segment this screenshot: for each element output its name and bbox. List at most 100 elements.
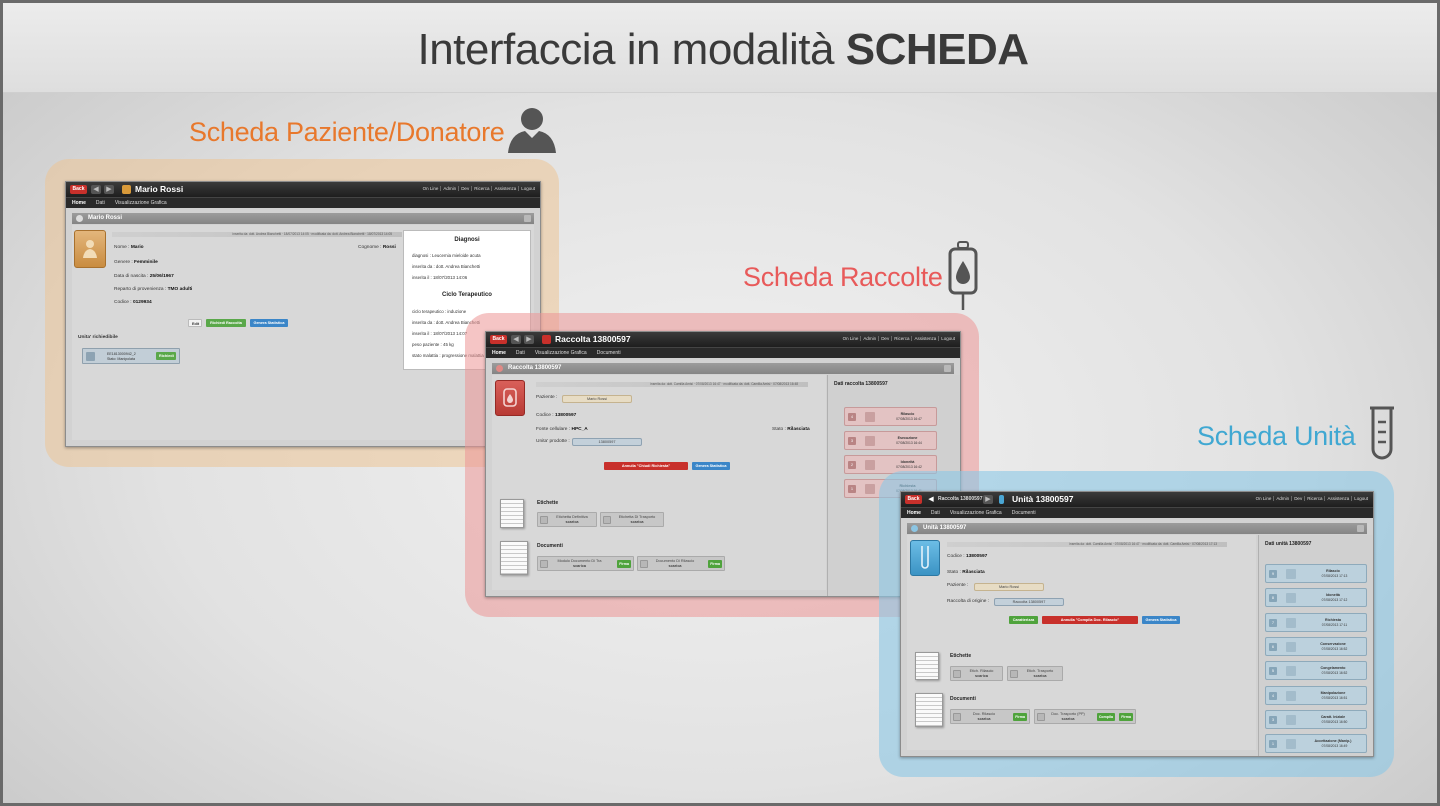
event-rilascio[interactable]: 9 Rilascio 07/08/2013 17:13 — [1265, 564, 1367, 583]
menu-ricerca[interactable]: Ricerca — [471, 186, 491, 191]
menu-dev[interactable]: Dev — [1291, 496, 1304, 501]
snowflake-icon — [1286, 666, 1296, 677]
event-conservazione[interactable]: 6 Conservazione 07/08/2013 16:52 — [1265, 636, 1367, 656]
menu-admin[interactable]: Admin — [1273, 496, 1291, 501]
tab-visualizzazione[interactable]: Visualizzazione Grafica — [115, 200, 167, 206]
richiedi-raccolta-button[interactable]: Richiedi Raccolta — [206, 319, 246, 327]
nav-back-icon[interactable]: ◀ — [926, 495, 936, 504]
breadcrumb-raccolta[interactable]: Raccolta 13800597 — [938, 496, 982, 502]
firma-button[interactable]: Firma — [617, 560, 631, 568]
caratterizza-button[interactable]: Caratterizza — [1009, 616, 1038, 624]
raccolta-origine-link[interactable]: Raccolta 13800597 — [994, 598, 1064, 606]
menu-online[interactable]: On Line — [421, 186, 441, 191]
origine-field-label: Raccolta di origine : — [947, 599, 990, 604]
nav-forward-icon[interactable]: ▶ — [104, 185, 114, 194]
test-tube-icon — [999, 495, 1004, 504]
unita-link[interactable]: 13800597 — [572, 438, 642, 446]
etichetta-trasporto[interactable]: Etich. Trasporto scarica — [1007, 666, 1063, 681]
menu-logout[interactable]: Logout — [518, 186, 537, 191]
tab-dati[interactable]: Dati — [931, 510, 940, 516]
collapse-icon[interactable] — [944, 365, 951, 372]
download-icon — [540, 516, 548, 524]
menu-ricerca[interactable]: Ricerca — [1304, 496, 1324, 501]
event-richiesta[interactable]: 7 Richiesta 07/08/2013 17:11 — [1265, 612, 1367, 632]
documenti-thumbnail — [915, 693, 943, 727]
nav-forward-icon[interactable]: ▶ — [983, 495, 993, 504]
unita-card[interactable]: EE1813000942_2 Stato: Manipolata Richied… — [82, 348, 180, 364]
nav-forward-icon[interactable]: ▶ — [524, 335, 534, 344]
window-title: Mario Rossi — [135, 184, 184, 194]
tab-home[interactable]: Home — [907, 510, 921, 516]
menu-online[interactable]: On Line — [1254, 496, 1274, 501]
menu-admin[interactable]: Admin — [860, 336, 878, 341]
event-manipolazione[interactable]: 4 Manipolazione 07/08/2013 16:51 — [1265, 685, 1367, 705]
menu-assistenza[interactable]: Assistenza — [911, 336, 938, 341]
paziente-link[interactable]: Mario Rossi — [974, 583, 1044, 591]
tab-dati[interactable]: Dati — [96, 200, 105, 206]
etichetta-definitiva[interactable]: Etichetta Definitiva scarica — [537, 512, 597, 527]
menu-online[interactable]: On Line — [841, 336, 861, 341]
firma-button[interactable]: Firma — [1013, 713, 1027, 721]
tab-visualizzazione[interactable]: Visualizzazione Grafica — [535, 350, 587, 356]
annulla-button[interactable]: Annulla "Compila Doc. Rilascio" — [1042, 616, 1138, 624]
collapse-icon[interactable] — [524, 215, 531, 222]
menu-assistenza[interactable]: Assistenza — [1324, 496, 1351, 501]
etichette-thumbnail — [915, 652, 939, 680]
menu-logout[interactable]: Logout — [938, 336, 957, 341]
firma-button[interactable]: Firma — [1119, 713, 1133, 721]
panel-title: Raccolta 13800597 — [508, 365, 562, 371]
person-icon — [122, 185, 131, 194]
menu-assistenza[interactable]: Assistenza — [491, 186, 518, 191]
panel-title: Mario Rossi — [88, 215, 123, 221]
event-esecuzione[interactable]: 3 Esecuzione 07/08/2013 16:44 — [844, 431, 937, 450]
nav-back-icon[interactable]: ◀ — [91, 185, 101, 194]
etichette-title: Etichette — [537, 500, 559, 506]
test-tube-icon — [921, 546, 929, 569]
menu-dev[interactable]: Dev — [878, 336, 891, 341]
release-icon — [1286, 569, 1296, 579]
annulla-button[interactable]: Annulla "Chiudi Richiesta" — [604, 462, 688, 470]
event-accettazione-manip[interactable]: 1 Accettazione (Manip.) 07/08/2013 16:49 — [1265, 734, 1367, 754]
ciclo-row: peso paziente : 45 kg — [412, 342, 454, 347]
event-caratt-iniziale[interactable]: 3 Caratt. Iniziale 07/08/2013 16:50 — [1265, 709, 1367, 729]
compila-button[interactable]: Compila — [1096, 713, 1115, 721]
tab-dati[interactable]: Dati — [516, 350, 525, 356]
event-rilascio[interactable]: 4 Rilascio 07/08/2013 16:47 — [844, 407, 937, 426]
documento-trasporto[interactable]: Doc. Trasporto (PP) scarica Compila Firm… — [1034, 709, 1136, 724]
nav-back-icon[interactable]: ◀ — [511, 335, 521, 344]
unita-sidebar: Dati unità 13800597 9 Rilascio 07/08/2013 … — [1258, 535, 1373, 756]
tab-documenti[interactable]: Documenti — [1012, 510, 1036, 516]
panel-content: inserita da: dott. Camilla Amisi · 07/08… — [492, 375, 826, 590]
genera-statistica-button[interactable]: Genera Statistica — [250, 319, 288, 327]
etichetta-rilascio[interactable]: Etich. Rilascio scarica — [950, 666, 1003, 681]
nascita-field: Data di nascita : 25/06/1967 — [114, 274, 174, 279]
ciclo-title: Ciclo Terapeutico — [442, 292, 492, 298]
paziente-link[interactable]: Mario Rossi — [562, 395, 632, 403]
menu-admin[interactable]: Admin — [440, 186, 458, 191]
back-button[interactable]: Back — [490, 335, 507, 344]
edit-button[interactable]: Edit — [188, 319, 202, 327]
genera-statistica-button[interactable]: Genera Statistica — [692, 462, 730, 470]
documento-trasporto[interactable]: Modulo Documento Di Tra scarica Firma — [537, 556, 634, 571]
event-idoneit[interactable]: 8 Idoneità 07/08/2013 17:12 — [1265, 588, 1367, 608]
richiedi-button[interactable]: Richiedi — [156, 352, 176, 360]
storage-icon — [1286, 641, 1296, 652]
back-button[interactable]: Back — [905, 495, 922, 504]
menu-logout[interactable]: Logout — [1351, 496, 1370, 501]
documento-rilascio[interactable]: Documento Di Rilascio scarica Firma — [637, 556, 725, 571]
event-congelamento[interactable]: 5 Congelamento 07/08/2013 16:52 — [1265, 661, 1367, 681]
tab-home[interactable]: Home — [492, 350, 506, 356]
tab-visualizzazione[interactable]: Visualizzazione Grafica — [950, 510, 1002, 516]
menu-dev[interactable]: Dev — [458, 186, 471, 191]
tab-documenti[interactable]: Documenti — [597, 350, 621, 356]
collapse-icon[interactable] — [1357, 525, 1364, 532]
etichetta-trasporto[interactable]: Etichetta Di Trasporto scarica — [600, 512, 664, 527]
documento-rilascio[interactable]: Doc. Rilascio scarica Firma — [950, 709, 1030, 724]
cognome-field: Cognome : Rossi — [358, 245, 396, 250]
genera-statistica-button[interactable]: Genera Statistica — [1142, 616, 1180, 624]
menu-ricerca[interactable]: Ricerca — [891, 336, 911, 341]
paziente-field-label: Paziente : — [947, 583, 969, 588]
tab-home[interactable]: Home — [72, 200, 86, 206]
firma-button[interactable]: Firma — [708, 560, 722, 568]
back-button[interactable]: Back — [70, 185, 87, 194]
